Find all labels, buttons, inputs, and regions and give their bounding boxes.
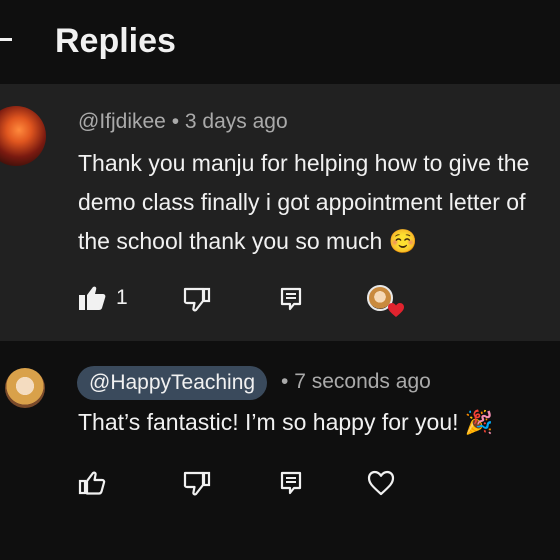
back-arrow-icon[interactable] xyxy=(0,38,12,41)
dislike-button[interactable] xyxy=(183,287,211,313)
comment-meta: @Ifjdikee • 3 days ago xyxy=(78,110,288,134)
reply-icon xyxy=(280,287,302,311)
reply-time: 7 seconds ago xyxy=(294,370,431,393)
page-title: Replies xyxy=(55,22,176,60)
comment-time: 3 days ago xyxy=(184,110,288,133)
heart-icon xyxy=(367,470,395,496)
reply-author-chip[interactable]: @HappyTeaching xyxy=(77,366,268,400)
comment-text: Thank you manju for helping how to give … xyxy=(78,150,530,254)
thumbs-down-icon xyxy=(183,471,211,497)
reply-text: That’s fantastic! I’m so happy for you! … xyxy=(78,409,494,435)
reply-icon xyxy=(280,471,302,495)
like-button[interactable] xyxy=(78,470,106,496)
like-count: 1 xyxy=(116,286,128,309)
reply-comment: @HappyTeaching • 7 seconds ago That’s fa… xyxy=(0,341,560,560)
header: Replies xyxy=(0,0,560,84)
comment-actions: 1 xyxy=(0,281,560,321)
dislike-button[interactable] xyxy=(183,471,211,497)
like-button[interactable]: 1 xyxy=(78,285,128,311)
reply-button[interactable] xyxy=(280,471,302,495)
parent-comment: @Ifjdikee • 3 days ago Thank you manju f… xyxy=(0,84,560,341)
creator-heart-icon xyxy=(387,302,405,323)
meta-separator: • xyxy=(171,110,180,133)
thumbs-up-filled-icon xyxy=(78,285,106,311)
comment-author[interactable]: @Ifjdikee xyxy=(78,110,166,133)
heart-button[interactable] xyxy=(367,470,395,496)
thumbs-up-icon xyxy=(78,470,106,496)
creator-heart xyxy=(367,285,404,319)
meta-separator: • xyxy=(281,370,289,393)
avatar[interactable] xyxy=(0,106,46,166)
avatar[interactable] xyxy=(5,368,45,408)
reply-actions xyxy=(0,466,560,506)
reply-meta: • 7 seconds ago xyxy=(281,370,431,394)
thumbs-down-icon xyxy=(183,287,211,313)
reply-button[interactable] xyxy=(280,287,302,311)
